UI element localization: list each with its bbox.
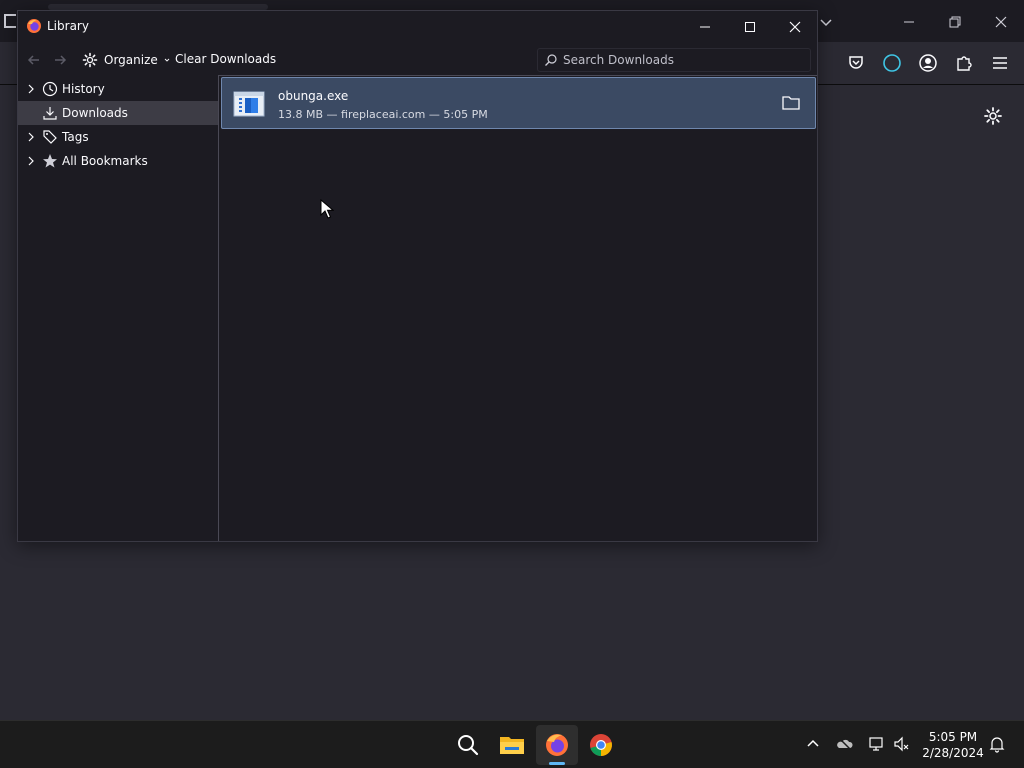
library-window: Library Organize Clear Downloads Search … [17,10,818,542]
search-icon [545,54,557,66]
sidebar-item-label: Downloads [62,106,128,120]
firefox-icon [546,733,568,756]
app-menu-icon[interactable] [990,53,1010,73]
library-title: Library [47,19,89,33]
organize-label: Organize [104,53,158,67]
downloads-list: obunga.exe 13.8 MB — fireplaceai.com — 5… [218,75,817,541]
extensions-puzzle-icon[interactable] [954,53,974,73]
library-toolbar: Organize Clear Downloads [18,43,817,75]
clear-downloads-button[interactable]: Clear Downloads [175,52,276,66]
library-sidebar-tree: History Downloads Tags All Bookmarks [18,75,218,541]
sidebar-item-all-bookmarks[interactable]: All Bookmarks [18,149,218,173]
show-hidden-icons-chevron-icon[interactable] [804,735,822,753]
library-close-button[interactable] [783,15,807,39]
expand-chevron-icon[interactable] [22,84,40,94]
extension-circle-icon[interactable] [882,53,902,73]
taskbar-clock[interactable]: 5:05 PM 2/28/2024 [920,729,986,761]
firefox-logo-icon [27,19,41,33]
download-icon [43,107,57,120]
organize-gear-icon [82,52,98,68]
sidebar-item-history[interactable]: History [18,77,218,101]
search-downloads-input[interactable] [558,52,810,68]
download-status-text: 13.8 MB — fireplaceai.com — 5:05 PM [278,108,488,121]
windows-taskbar: 5:05 PM 2/28/2024 [0,720,1024,768]
pocket-icon[interactable] [846,53,866,73]
taskbar-search-button[interactable] [448,721,488,768]
volume-muted-icon[interactable] [893,735,911,753]
search-icon [458,734,479,755]
expand-chevron-icon[interactable] [22,132,40,142]
clock-time: 5:05 PM [928,730,978,744]
notification-bell-icon[interactable] [988,735,1006,753]
tag-icon [43,130,57,144]
settings-gear-icon[interactable] [983,106,1003,126]
taskbar-firefox[interactable] [537,721,577,768]
taskbar-file-explorer[interactable] [492,721,532,768]
mouse-cursor-icon [320,199,334,219]
browser-minimize-button[interactable] [898,11,920,33]
back-arrow-icon[interactable] [26,52,42,68]
executable-file-icon [233,91,265,117]
expand-chevron-icon[interactable] [22,156,40,166]
account-icon[interactable] [918,53,938,73]
sidebar-item-tags[interactable]: Tags [18,125,218,149]
download-item[interactable]: obunga.exe 13.8 MB — fireplaceai.com — 5… [221,77,816,129]
sidebar-item-label: History [62,82,105,96]
download-file-name: obunga.exe [278,89,349,103]
list-all-tabs-chevron-icon[interactable] [818,14,834,30]
organize-button[interactable]: Organize [82,51,170,69]
file-explorer-icon [500,736,524,754]
chrome-icon [590,733,612,756]
taskbar-chrome[interactable] [581,721,621,768]
sidebar-item-label: All Bookmarks [62,154,148,168]
organize-dropdown-chevron-icon [164,58,170,62]
sidebar-item-label: Tags [62,130,89,144]
forward-arrow-icon[interactable] [52,52,68,68]
search-downloads-box[interactable] [537,48,811,72]
library-maximize-button[interactable] [738,15,762,39]
onedrive-offline-icon[interactable] [836,735,854,753]
show-in-folder-icon[interactable] [781,94,801,112]
clock-icon [42,81,58,97]
network-icon[interactable] [868,735,886,753]
taskbar-running-indicator [549,762,565,765]
star-icon [43,154,57,168]
sidebar-item-downloads[interactable]: Downloads [18,101,218,125]
browser-window-edge-icon [4,14,16,28]
library-minimize-button[interactable] [693,15,717,39]
clock-date: 2/28/2024 [922,746,984,760]
browser-restore-button[interactable] [944,11,966,33]
library-titlebar[interactable]: Library [18,11,817,43]
browser-close-button[interactable] [990,11,1012,33]
